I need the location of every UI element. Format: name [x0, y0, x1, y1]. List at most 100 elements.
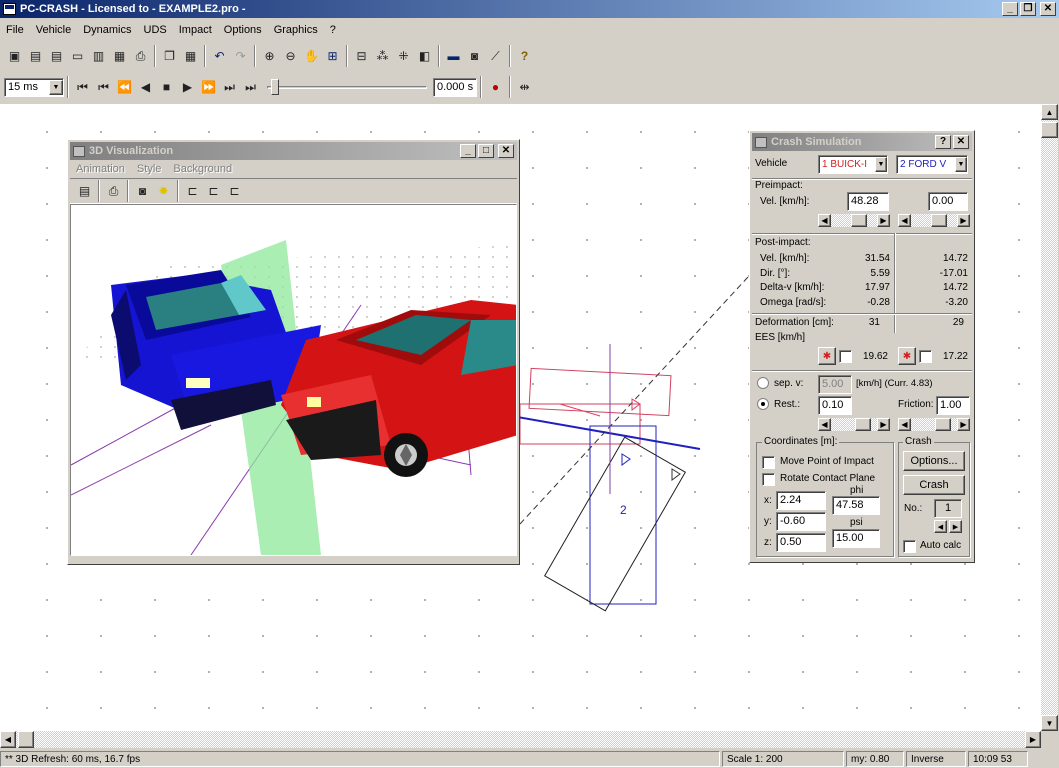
viz-maximize-icon[interactable]: □ [478, 144, 494, 158]
horizontal-scrollbar[interactable]: ◀ ▶ [0, 731, 1041, 748]
viz-save-icon[interactable]: ▤ [74, 181, 95, 202]
print-preview-icon[interactable]: ▥ [88, 46, 109, 67]
vertical-scrollbar[interactable]: ▲ ▼ [1041, 104, 1058, 731]
viz-camera-icon[interactable]: ◙ [132, 181, 153, 202]
vel2-left-icon[interactable]: ◀ [898, 214, 911, 227]
viz-view-x-icon[interactable]: ⊏ [182, 181, 203, 202]
vel1-left-icon[interactable]: ◀ [818, 214, 831, 227]
print-icon[interactable]: ⎙ [130, 46, 151, 67]
undo-icon[interactable]: ↶ [209, 46, 230, 67]
sep-v-radio[interactable] [757, 377, 769, 389]
zoom-in-icon[interactable]: ⊕ [259, 46, 280, 67]
skip-first-icon[interactable]: ⏮ [93, 77, 114, 98]
vehicle-db-icon[interactable]: ◧ [414, 46, 435, 67]
time-slider[interactable] [267, 77, 427, 97]
vel2-right-icon[interactable]: ▶ [957, 214, 970, 227]
vel2-thumb[interactable] [931, 214, 947, 227]
phi-input[interactable]: 47.58 [832, 496, 880, 515]
viz-menu-animation[interactable]: Animation [70, 163, 131, 175]
ees2-car-icon[interactable]: ✱ [898, 347, 916, 365]
rest-scrollbar[interactable]: ◀ ▶ [818, 418, 890, 431]
layers-icon[interactable]: ▬ [443, 46, 464, 67]
zoom-extents-icon[interactable]: ⊞ [322, 46, 343, 67]
ees1-car-icon[interactable]: ✱ [818, 347, 836, 365]
copy-icon[interactable]: ❐ [159, 46, 180, 67]
viz-minimize-icon[interactable]: _ [460, 144, 476, 158]
scroll-right-icon[interactable]: ▶ [1025, 731, 1041, 748]
menu-uds[interactable]: UDS [138, 24, 173, 36]
crash-close-icon[interactable]: ✕ [953, 135, 969, 149]
vehicle1-select[interactable]: 1 BUICK-I ▼ [818, 155, 888, 174]
open-file-icon[interactable]: ▤ [25, 46, 46, 67]
play-icon[interactable]: ▶ [177, 77, 198, 98]
vel1-scrollbar[interactable]: ◀ ▶ [818, 214, 890, 227]
minimize-icon[interactable]: _ [1002, 2, 1018, 16]
step-back-icon[interactable]: ◀ [135, 77, 156, 98]
folder-icon[interactable]: ▭ [67, 46, 88, 67]
ees2-checkbox[interactable] [919, 350, 932, 363]
snap-icon[interactable]: ⁜ [393, 46, 414, 67]
viz-view-z-icon[interactable]: ⊏ [224, 181, 245, 202]
stop-icon[interactable]: ■ [156, 77, 177, 98]
restore-icon[interactable]: ❐ [1020, 2, 1036, 16]
viz-view-y-icon[interactable]: ⊏ [203, 181, 224, 202]
friction-scrollbar[interactable]: ◀ ▶ [898, 418, 970, 431]
vehicle1-chevron-down-icon[interactable]: ▼ [875, 157, 887, 172]
align-icon[interactable]: ⊟ [351, 46, 372, 67]
friction-input[interactable]: 1.00 [936, 396, 970, 415]
skip-last-icon[interactable]: ⏭ [219, 77, 240, 98]
scroll-up-icon[interactable]: ▲ [1041, 104, 1058, 120]
import-icon[interactable]: ▤ [46, 46, 67, 67]
vehicle2-select[interactable]: 2 FORD V ▼ [896, 155, 968, 174]
measure-icon[interactable]: ⟋ [485, 46, 506, 67]
fast-back-icon[interactable]: ⏪ [114, 77, 135, 98]
friction-left-icon[interactable]: ◀ [898, 418, 911, 431]
fast-forward-icon[interactable]: ⏩ [198, 77, 219, 98]
preimpact-vel1-input[interactable]: 48.28 [847, 192, 889, 211]
chevron-down-icon[interactable]: ▼ [49, 79, 63, 95]
traffic-light-icon[interactable]: ● [485, 77, 506, 98]
preimpact-vel2-input[interactable]: 0.00 [928, 192, 968, 211]
rest-input[interactable]: 0.10 [818, 396, 852, 415]
no-next-icon[interactable]: ▶ [949, 520, 962, 533]
time-step-select[interactable]: 15 ms ▼ [4, 77, 64, 97]
redo-icon[interactable]: ↷ [230, 46, 251, 67]
rest-right-icon[interactable]: ▶ [877, 418, 890, 431]
paste-icon[interactable]: ▦ [180, 46, 201, 67]
vel2-scrollbar[interactable]: ◀ ▶ [898, 214, 970, 227]
viz-menu-background[interactable]: Background [167, 163, 238, 175]
y-input[interactable]: -0.60 [776, 512, 826, 531]
menu-graphics[interactable]: Graphics [268, 24, 324, 36]
menu-file[interactable]: File [0, 24, 30, 36]
rest-left-icon[interactable]: ◀ [818, 418, 831, 431]
viz-viewport[interactable] [70, 204, 517, 556]
no-prev-icon[interactable]: ◀ [934, 520, 947, 533]
zoom-out-icon[interactable]: ⊖ [280, 46, 301, 67]
menu-options[interactable]: Options [218, 24, 268, 36]
save-icon[interactable]: ▣ [4, 46, 25, 67]
close-icon[interactable]: ✕ [1040, 2, 1056, 16]
ees1-checkbox[interactable] [839, 350, 852, 363]
viz-light-icon[interactable]: ✸ [153, 181, 174, 202]
move-poi-checkbox[interactable] [762, 456, 775, 469]
slider-thumb[interactable] [271, 79, 279, 95]
vehicle2-chevron-down-icon[interactable]: ▼ [955, 157, 967, 172]
menu-help[interactable]: ? [324, 24, 342, 36]
viz-menu-style[interactable]: Style [131, 163, 167, 175]
help-question-icon[interactable]: ? [514, 46, 535, 67]
friction-right-icon[interactable]: ▶ [957, 418, 970, 431]
options-button[interactable]: Options... [903, 451, 965, 471]
scroll-left-icon[interactable]: ◀ [0, 731, 16, 748]
auto-calc-checkbox[interactable] [903, 540, 916, 553]
viz-print-icon[interactable]: ⎙ [103, 181, 124, 202]
rotate-cp-checkbox[interactable] [762, 473, 775, 486]
crash-button[interactable]: Crash [903, 475, 965, 495]
friction-thumb[interactable] [935, 418, 951, 431]
menu-dynamics[interactable]: Dynamics [77, 24, 137, 36]
z-input[interactable]: 0.50 [776, 533, 826, 552]
vel1-thumb[interactable] [851, 214, 867, 227]
rest-radio[interactable] [757, 398, 769, 410]
menu-impact[interactable]: Impact [173, 24, 218, 36]
time-value-field[interactable]: 0.000 s [433, 77, 477, 97]
scroll-down-icon[interactable]: ▼ [1041, 715, 1058, 731]
